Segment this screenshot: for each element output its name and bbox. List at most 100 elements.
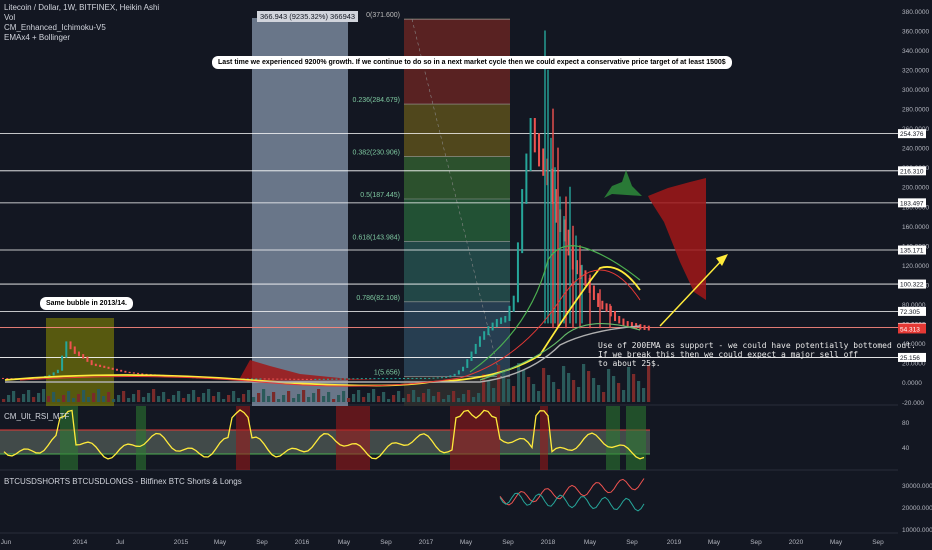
time-axis-tick: Sep	[626, 539, 638, 546]
price-candle	[94, 363, 97, 367]
price-candle	[601, 300, 604, 310]
volume-bar	[437, 392, 441, 402]
volume-bar	[237, 398, 241, 402]
indicator-ema-bollinger[interactable]: EMAx4 + Bollinger	[4, 33, 159, 43]
price-candle	[453, 373, 456, 376]
volume-bar	[347, 398, 351, 402]
volume-bar	[342, 391, 346, 402]
volume-bar	[412, 390, 416, 402]
price-candle	[474, 343, 477, 354]
time-axis-tick: May	[214, 539, 227, 546]
volume-bar	[307, 397, 311, 402]
volume-bar	[427, 389, 431, 402]
price-candle	[381, 378, 384, 380]
volume-bar	[37, 393, 41, 402]
volume-bar	[492, 388, 496, 402]
volume-bar	[282, 395, 286, 402]
price-candle	[592, 285, 595, 300]
price-axis-tick: 160.0000	[902, 224, 929, 231]
price-candle	[402, 378, 405, 380]
rsi-signal-zone	[136, 406, 146, 470]
fib-level-label: 0.5(187.445)	[360, 192, 400, 199]
annotation-growth[interactable]: Last time we experienced 9200% growth. I…	[212, 56, 732, 69]
volume-bar	[402, 398, 406, 402]
volume-bar	[572, 380, 576, 402]
price-candle	[327, 378, 329, 380]
volume-bar	[182, 398, 186, 402]
symbol-title[interactable]: Litecoin / Dollar, 1W, BITFINEX, Heikin …	[4, 3, 159, 13]
volume-bar	[422, 393, 426, 402]
price-axis-tick: 120.0000	[902, 263, 929, 270]
volume-bar	[12, 391, 16, 402]
price-axis-tick: 300.0000	[902, 87, 929, 94]
price-candle	[99, 364, 102, 368]
volume-bar	[442, 399, 446, 402]
volume-bar	[262, 389, 266, 402]
price-candle	[289, 378, 292, 380]
volume-bar	[577, 387, 581, 402]
price-chart[interactable]: 0(371.600) 0.236(284.679) 0.382(230.906) 0.…	[0, 0, 932, 550]
price-axis-tick: 360.0000	[902, 29, 929, 36]
volume-bar	[522, 370, 526, 402]
volume-bar	[597, 385, 601, 402]
volume-bar	[332, 399, 336, 402]
volume-bar	[552, 382, 556, 402]
time-axis-tick: Jul	[116, 539, 125, 546]
volume-bar	[382, 392, 386, 402]
shorts-axis-tick: 20000.000	[902, 505, 932, 512]
time-axis-tick: May	[830, 539, 843, 546]
price-axis-tick: -20.000	[902, 400, 924, 407]
price-candle	[567, 229, 570, 256]
longs-line	[499, 492, 645, 512]
price-candle	[390, 378, 393, 380]
volume-bar	[167, 399, 171, 402]
price-candle	[267, 378, 270, 380]
volume-bar	[477, 393, 481, 402]
price-candle	[115, 368, 118, 371]
volume-bar	[172, 395, 176, 402]
rsi-pane-title[interactable]: CM_Ult_RSI_MTF	[4, 412, 69, 422]
volume-bar	[252, 397, 256, 402]
volume-bar	[317, 389, 321, 402]
volume-bar	[602, 392, 606, 402]
price-candle	[56, 369, 59, 374]
price-candle	[419, 377, 422, 379]
price-candle	[61, 355, 64, 371]
level-label: 135.171	[900, 248, 924, 255]
indicator-ichimoku[interactable]: CM_Enhanced_Ichimoku-V5	[4, 23, 159, 33]
rsi-axis-tick: 40	[902, 445, 910, 452]
volume-bar	[417, 397, 421, 402]
time-axis-tick: 2017	[419, 539, 434, 546]
price-candle	[466, 359, 469, 368]
volume-bar	[632, 374, 636, 402]
volume-bar	[557, 389, 561, 402]
volume-bar	[77, 394, 81, 402]
price-candle	[470, 351, 473, 361]
volume-bar	[517, 363, 521, 402]
price-candle	[424, 377, 427, 379]
volume-bar	[32, 397, 36, 402]
volume-bar	[397, 391, 401, 402]
time-axis-tick: May	[338, 539, 351, 546]
price-candle	[314, 378, 317, 380]
volume-bar	[567, 373, 571, 402]
volume-bar	[407, 394, 411, 402]
zone-growth-range	[252, 18, 348, 406]
volume-bar	[587, 371, 591, 402]
annotation-support[interactable]: Use of 200EMA as support - we could have…	[598, 341, 916, 368]
price-candle	[525, 153, 528, 204]
indicator-vol[interactable]: Vol	[4, 13, 159, 23]
shorts-longs-pane-title[interactable]: BTCUSDSHORTS BTCUSDLONGS - Bitfinex BTC …	[4, 477, 242, 487]
price-candle	[398, 378, 401, 380]
level-label: 72.305	[900, 309, 920, 316]
annotation-bubble[interactable]: Same bubble in 2013/14.	[40, 297, 133, 310]
price-candle	[128, 371, 131, 374]
level-label: 254.376	[900, 131, 924, 138]
volume-bar	[22, 394, 26, 402]
shorts-axis-tick: 30000.000	[902, 483, 932, 490]
range-measure-label: 366.943 (9235.32%) 366943	[257, 11, 359, 22]
volume-bar	[127, 398, 131, 402]
volume-bar	[622, 390, 626, 402]
volume-bar	[627, 367, 631, 402]
volume-bar	[592, 378, 596, 402]
